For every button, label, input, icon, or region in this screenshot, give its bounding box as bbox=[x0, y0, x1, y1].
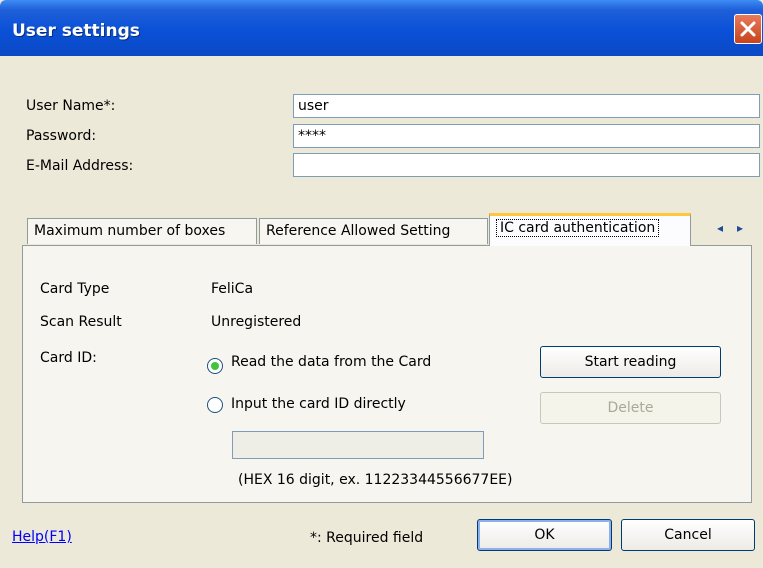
radio-input-directly[interactable] bbox=[207, 397, 223, 413]
tab-maximum-number-of-boxes[interactable]: Maximum number of boxes bbox=[27, 218, 257, 244]
email-label: E-Mail Address: bbox=[26, 158, 134, 174]
window-title: User settings bbox=[12, 21, 140, 41]
tab-label: IC card authentication bbox=[496, 219, 660, 237]
scan-result-value: Unregistered bbox=[211, 314, 302, 330]
delete-button[interactable]: Delete bbox=[540, 392, 721, 424]
help-link[interactable]: Help(F1) bbox=[12, 529, 72, 545]
scroll-right-icon[interactable]: ▸ bbox=[737, 221, 743, 235]
tab-scroll-buttons: ◂ ▸ bbox=[711, 220, 753, 240]
required-field-note: *: Required field bbox=[310, 530, 424, 546]
close-icon bbox=[740, 21, 756, 37]
title-bar[interactable]: User settings bbox=[0, 0, 763, 56]
tab-label: Reference Allowed Setting bbox=[266, 223, 451, 239]
user-settings-dialog: User settings User Name*: user Password:… bbox=[0, 0, 763, 568]
card-id-input[interactable] bbox=[232, 431, 484, 459]
card-type-value: FeliCa bbox=[211, 281, 254, 297]
hex-hint: (HEX 16 digit, ex. 11223344556677EE) bbox=[238, 472, 513, 488]
tab-ic-card-authentication[interactable]: IC card authentication bbox=[489, 213, 691, 246]
radio-read-label[interactable]: Read the data from the Card bbox=[231, 354, 431, 370]
close-button[interactable] bbox=[734, 14, 762, 44]
ok-button[interactable]: OK bbox=[477, 519, 612, 551]
radio-read-from-card[interactable] bbox=[207, 358, 223, 374]
card-type-label: Card Type bbox=[40, 281, 110, 297]
email-input[interactable] bbox=[293, 153, 760, 177]
scroll-left-icon[interactable]: ◂ bbox=[717, 221, 723, 235]
tab-reference-allowed-setting[interactable]: Reference Allowed Setting bbox=[259, 218, 488, 244]
user-name-label: User Name*: bbox=[26, 98, 116, 114]
password-input[interactable]: **** bbox=[293, 124, 760, 148]
card-id-label: Card ID: bbox=[40, 350, 97, 366]
tab-label: Maximum number of boxes bbox=[34, 223, 226, 239]
password-label: Password: bbox=[26, 128, 97, 144]
radio-input-label[interactable]: Input the card ID directly bbox=[231, 396, 406, 412]
user-name-input[interactable]: user bbox=[293, 94, 760, 118]
scan-result-label: Scan Result bbox=[40, 314, 122, 330]
start-reading-button[interactable]: Start reading bbox=[540, 346, 721, 378]
cancel-button[interactable]: Cancel bbox=[621, 519, 755, 551]
